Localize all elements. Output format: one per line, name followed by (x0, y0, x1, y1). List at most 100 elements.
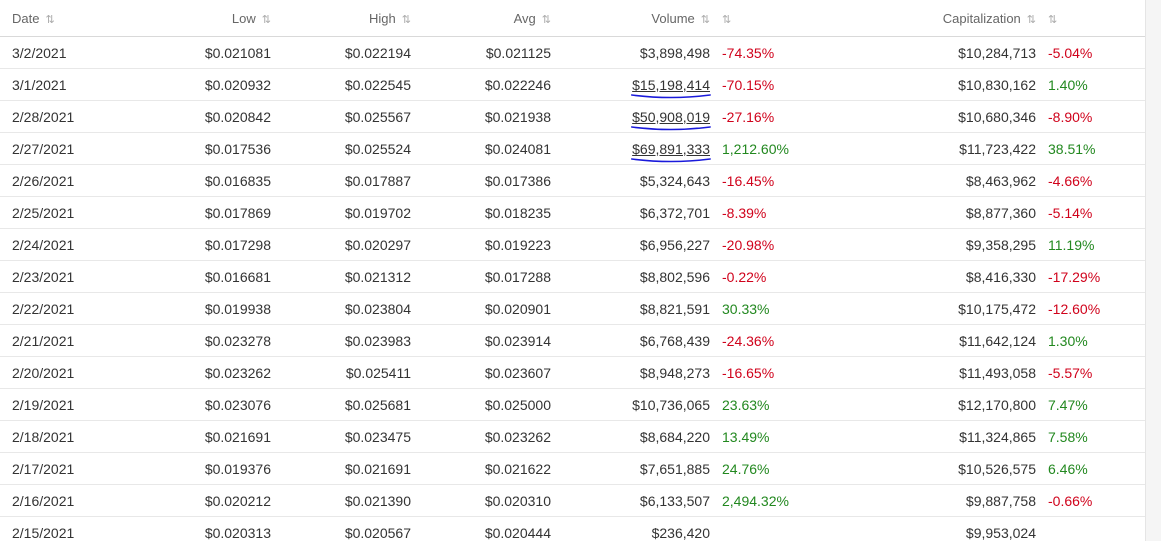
sort-arrows-icon[interactable]: ⇅ (701, 14, 710, 26)
handdrawn-underline (631, 125, 712, 130)
cell-volume: $8,948,273 (551, 356, 710, 389)
cell-capitalization: $8,416,330 (860, 260, 1036, 293)
cell-volume-change: -27.16% (710, 100, 860, 133)
cell-high: $0.021691 (271, 452, 411, 485)
cell-volume: $236,420 (551, 516, 710, 541)
column-header-cap-change[interactable]: ⇅ (1036, 0, 1146, 37)
cell-volume-change: -70.15% (710, 68, 860, 101)
cell-low: $0.017869 (130, 196, 271, 229)
cell-volume: $8,802,596 (551, 260, 710, 293)
cell-low: $0.021691 (130, 420, 271, 453)
cell-avg: $0.019223 (411, 228, 551, 261)
sort-arrows-icon[interactable]: ⇅ (542, 14, 551, 26)
cell-avg: $0.023607 (411, 356, 551, 389)
cell-high: $0.021312 (271, 260, 411, 293)
column-header-date[interactable]: Date ⇅ (0, 0, 130, 37)
column-header-capitalization[interactable]: Capitalization ⇅ (860, 0, 1036, 37)
cell-cap-change: 1.40% (1036, 68, 1146, 101)
cell-volume: $10,736,065 (551, 388, 710, 421)
cell-avg: $0.024081 (411, 132, 551, 165)
cell-high: $0.023983 (271, 324, 411, 357)
column-header-low[interactable]: Low ⇅ (130, 0, 271, 37)
sort-arrows-icon[interactable]: ⇅ (402, 14, 411, 26)
cell-avg: $0.021622 (411, 452, 551, 485)
cell-capitalization: $11,493,058 (860, 356, 1036, 389)
cell-cap-change: -5.04% (1036, 36, 1146, 69)
table-row: 2/28/2021 $0.020842 $0.025567 $0.021938 $50,… (0, 100, 1146, 133)
cell-volume-change: -24.36% (710, 324, 860, 357)
sort-arrows-icon[interactable]: ⇅ (45, 14, 54, 26)
table-row: 2/19/2021 $0.023076 $0.025681 $0.025000 $10,… (0, 388, 1146, 421)
table-row: 2/18/2021 $0.021691 $0.023475 $0.023262 $8,6… (0, 420, 1146, 453)
column-header-high[interactable]: High ⇅ (271, 0, 411, 37)
cell-volume: $7,651,885 (551, 452, 710, 485)
sort-arrows-icon[interactable]: ⇅ (722, 14, 731, 26)
table-row: 2/20/2021 $0.023262 $0.025411 $0.023607 $8,9… (0, 356, 1146, 389)
column-header-volume[interactable]: Volume ⇅ (551, 0, 710, 37)
cell-volume: $69,891,333 (551, 132, 712, 165)
table-row: 3/2/2021 $0.021081 $0.022194 $0.021125 $3,89… (0, 36, 1146, 69)
cell-avg: $0.020901 (411, 292, 551, 325)
cell-date: 2/21/2021 (0, 324, 130, 357)
cell-capitalization: $10,526,575 (860, 452, 1036, 485)
cell-capitalization: $9,953,024 (860, 516, 1036, 541)
cell-volume: $6,133,507 (551, 484, 710, 517)
cell-cap-change: -5.14% (1036, 196, 1146, 229)
cell-low: $0.017536 (130, 132, 271, 165)
cell-capitalization: $8,463,962 (860, 164, 1036, 197)
cell-cap-change: 11.19% (1036, 228, 1146, 261)
cell-avg: $0.017288 (411, 260, 551, 293)
table-row: 2/26/2021 $0.016835 $0.017887 $0.017386 $5,3… (0, 164, 1146, 197)
cell-cap-change: 1.30% (1036, 324, 1146, 357)
cell-low: $0.020212 (130, 484, 271, 517)
cell-capitalization: $11,324,865 (860, 420, 1036, 453)
sort-arrows-icon[interactable]: ⇅ (1027, 14, 1036, 26)
table-row: 2/16/2021 $0.020212 $0.021390 $0.020310 $6,1… (0, 484, 1146, 517)
table-row: 2/22/2021 $0.019938 $0.023804 $0.020901 $8,8… (0, 292, 1146, 325)
cell-volume: $50,908,019 (551, 100, 712, 133)
cell-high: $0.019702 (271, 196, 411, 229)
cell-volume-change: 1,212.60% (710, 132, 860, 165)
cell-low: $0.020932 (130, 68, 271, 101)
cell-date: 2/26/2021 (0, 164, 130, 197)
cell-low: $0.020313 (130, 516, 271, 541)
sort-arrows-icon[interactable]: ⇅ (262, 14, 271, 26)
cell-avg: $0.022246 (411, 68, 551, 101)
cell-date: 2/16/2021 (0, 484, 130, 517)
cell-high: $0.022194 (271, 36, 411, 69)
cell-volume-change: -20.98% (710, 228, 860, 261)
cell-capitalization: $9,358,295 (860, 228, 1036, 261)
cell-volume-change: 24.76% (710, 452, 860, 485)
handdrawn-underline (631, 157, 712, 162)
cell-cap-change: -8.90% (1036, 100, 1146, 133)
cell-volume-change: -0.22% (710, 260, 860, 293)
cell-cap-change: -0.66% (1036, 484, 1146, 517)
cell-cap-change: -17.29% (1036, 260, 1146, 293)
table-row: 3/1/2021 $0.020932 $0.022545 $0.022246 $15,1… (0, 68, 1146, 101)
cell-avg: $0.023262 (411, 420, 551, 453)
handdrawn-underline (631, 93, 712, 98)
cell-avg: $0.025000 (411, 388, 551, 421)
column-header-avg[interactable]: Avg ⇅ (411, 0, 551, 37)
cell-date: 2/19/2021 (0, 388, 130, 421)
cell-low: $0.023076 (130, 388, 271, 421)
cell-avg: $0.020310 (411, 484, 551, 517)
cell-high: $0.020297 (271, 228, 411, 261)
column-header-volume-change[interactable]: ⇅ (710, 0, 860, 37)
cell-low: $0.019938 (130, 292, 271, 325)
table-row: 2/27/2021 $0.017536 $0.025524 $0.024081 $69,… (0, 132, 1146, 165)
volume-underline-mark: $69,891,333 (631, 141, 712, 162)
sort-arrows-icon[interactable]: ⇅ (1048, 14, 1057, 26)
cell-low: $0.023278 (130, 324, 271, 357)
cell-cap-change: -12.60% (1036, 292, 1146, 325)
cell-high: $0.020567 (271, 516, 411, 541)
cell-volume: $15,198,414 (551, 68, 712, 101)
vertical-scrollbar[interactable] (1145, 0, 1161, 541)
cell-volume-change: -74.35% (710, 36, 860, 69)
cell-cap-change: -4.66% (1036, 164, 1146, 197)
cell-low: $0.019376 (130, 452, 271, 485)
cell-low: $0.021081 (130, 36, 271, 69)
cell-capitalization: $10,284,713 (860, 36, 1036, 69)
cell-volume-change: -8.39% (710, 196, 860, 229)
cell-avg: $0.017386 (411, 164, 551, 197)
